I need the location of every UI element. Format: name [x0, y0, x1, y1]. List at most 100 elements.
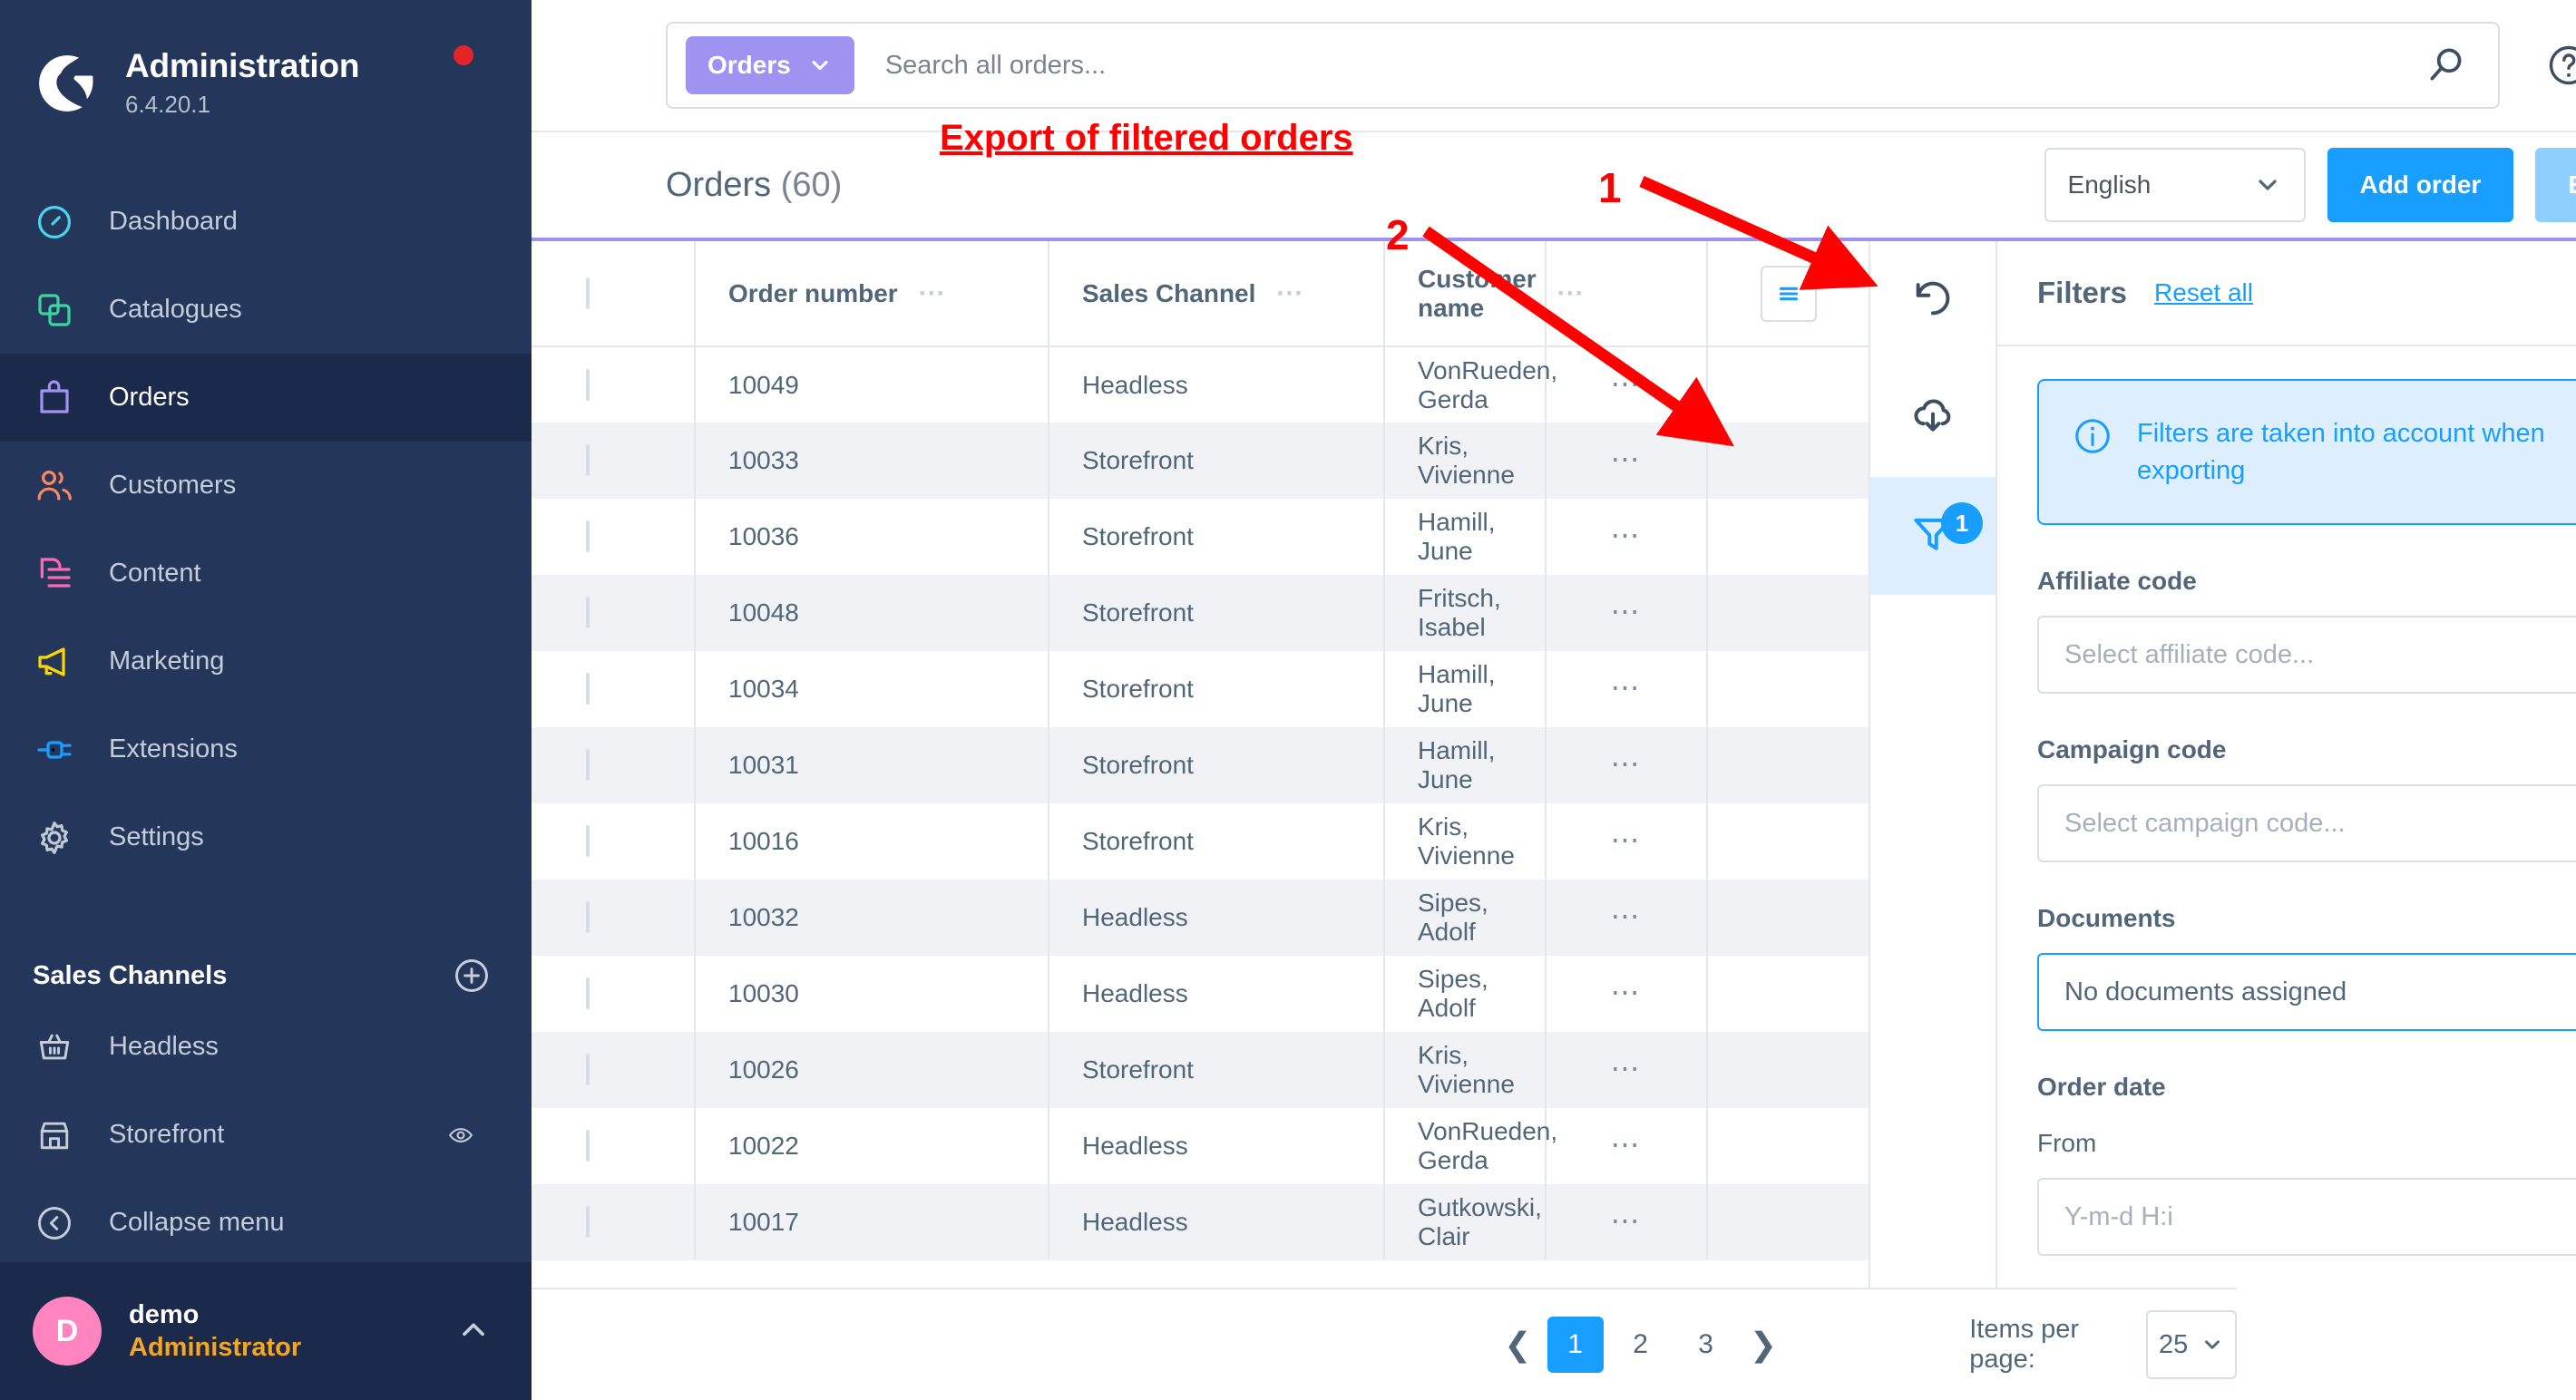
- sidebar-item-marketing[interactable]: Marketing: [0, 617, 532, 705]
- rail-button-refresh[interactable]: [1870, 241, 1995, 359]
- row-context-menu-icon[interactable]: ⋯: [1611, 367, 1643, 400]
- row-context-menu-icon[interactable]: ⋯: [1611, 519, 1643, 551]
- filter-label: Campaign code: [2037, 735, 2227, 764]
- table-row[interactable]: 10017HeadlessGutkowski, Clair⋯: [532, 1184, 1869, 1260]
- cell-order-number: 10017: [695, 1184, 1049, 1260]
- row-context-menu-icon[interactable]: ⋯: [1611, 747, 1643, 780]
- reset-all-filters-link[interactable]: Reset all: [2154, 278, 2253, 307]
- row-context-menu-icon[interactable]: ⋯: [1611, 899, 1643, 932]
- user-info: demo Administrator: [129, 1300, 455, 1363]
- prev-page-button[interactable]: ❮: [1493, 1316, 1543, 1374]
- row-checkbox[interactable]: [586, 901, 590, 933]
- bag-icon: [33, 376, 76, 420]
- order-date-from-field[interactable]: [2037, 1178, 2576, 1257]
- sales-channels-title: Sales Channels: [33, 960, 228, 990]
- table-row[interactable]: 10034StorefrontHamill, June⋯: [532, 651, 1869, 727]
- sidebar-item-settings[interactable]: Settings: [0, 793, 532, 881]
- column-header-sales-channel[interactable]: Sales Channel ⋯: [1049, 241, 1385, 347]
- search-input[interactable]: [884, 50, 2424, 81]
- sidebar-item-customers[interactable]: Customers: [0, 442, 532, 530]
- collapse-menu-button[interactable]: Collapse menu: [0, 1179, 532, 1267]
- rail-button-filter[interactable]: 1: [1870, 477, 1995, 595]
- language-select[interactable]: English: [2044, 148, 2306, 222]
- row-context-menu-icon[interactable]: ⋯: [1611, 823, 1643, 856]
- cell-end-spacer: [1707, 1032, 1869, 1108]
- sidebar-item-orders[interactable]: Orders: [0, 354, 532, 442]
- row-context-menu-icon[interactable]: ⋯: [1611, 1204, 1643, 1237]
- row-checkbox[interactable]: [586, 520, 590, 552]
- sidebar-item-dashboard[interactable]: Dashboard: [0, 178, 532, 266]
- page-button-1[interactable]: 1: [1547, 1317, 1604, 1373]
- rail-button-cloud-download[interactable]: [1870, 359, 1995, 477]
- row-checkbox[interactable]: [586, 977, 590, 1009]
- row-actions-cell: ⋯: [1546, 575, 1708, 651]
- table-row[interactable]: 10033StorefrontKris, Vivienne⋯: [532, 423, 1869, 499]
- row-checkbox[interactable]: [586, 1130, 590, 1162]
- cell-sales-channel: Headless: [1049, 1184, 1385, 1260]
- column-header-order-number[interactable]: Order number ⋯: [695, 241, 1049, 347]
- column-menu-icon[interactable]: ⋯: [918, 279, 948, 306]
- row-checkbox[interactable]: [586, 368, 590, 401]
- row-checkbox[interactable]: [586, 597, 590, 628]
- app-version: 6.4.20.1: [125, 91, 210, 119]
- table-row[interactable]: 10026StorefrontKris, Vivienne⋯: [532, 1032, 1869, 1108]
- filter-select[interactable]: Select affiliate code...: [2037, 616, 2576, 695]
- items-per-page-select[interactable]: 25: [2146, 1310, 2237, 1379]
- row-checkbox[interactable]: [586, 1206, 590, 1238]
- sidebar-item-catalogues[interactable]: Catalogues: [0, 266, 532, 354]
- row-context-menu-icon[interactable]: ⋯: [1611, 595, 1643, 627]
- filter-select[interactable]: Select campaign code...: [2037, 784, 2576, 863]
- row-checkbox[interactable]: [586, 444, 590, 476]
- next-page-button[interactable]: ❯: [1739, 1316, 1789, 1374]
- column-menu-icon[interactable]: ⋯: [1275, 279, 1305, 306]
- user-menu[interactable]: D demo Administrator: [0, 1262, 532, 1400]
- column-settings-icon[interactable]: [1760, 265, 1817, 322]
- row-context-menu-icon[interactable]: ⋯: [1611, 671, 1643, 704]
- row-checkbox[interactable]: [586, 749, 590, 781]
- row-checkbox[interactable]: [586, 1054, 590, 1085]
- table-row[interactable]: 10048StorefrontFritsch, Isabel⋯: [532, 575, 1869, 651]
- global-search-bar[interactable]: Orders: [666, 22, 2500, 109]
- select-all-checkbox[interactable]: [586, 277, 590, 309]
- search-scope-selector[interactable]: Orders: [686, 36, 854, 94]
- sales-channel-item-headless[interactable]: Headless: [0, 1003, 532, 1091]
- table-row[interactable]: 10022HeadlessVonRueden, Gerda⋯: [532, 1108, 1869, 1184]
- table-row[interactable]: 10030HeadlessSipes, Adolf⋯: [532, 956, 1869, 1032]
- table-row[interactable]: 10031StorefrontHamill, June⋯: [532, 727, 1869, 803]
- eye-icon[interactable]: [441, 1122, 481, 1149]
- page-button-2[interactable]: 2: [1613, 1317, 1669, 1373]
- cell-sales-channel: Storefront: [1049, 575, 1385, 651]
- table-row[interactable]: 10032HeadlessSipes, Adolf⋯: [532, 880, 1869, 956]
- refresh-icon: [1908, 273, 1958, 328]
- row-checkbox[interactable]: [586, 825, 590, 857]
- search-icon[interactable]: [2424, 43, 2469, 88]
- add-sales-channel-icon[interactable]: [452, 956, 492, 996]
- row-context-menu-icon[interactable]: ⋯: [1611, 442, 1643, 475]
- row-context-menu-icon[interactable]: ⋯: [1611, 1128, 1643, 1161]
- row-context-menu-icon[interactable]: ⋯: [1611, 976, 1643, 1008]
- orders-table-wrapper: Order number ⋯ Sales Channel ⋯ Customer name…: [532, 241, 1869, 1400]
- table-row[interactable]: 10049HeadlessVonRueden, Gerda⋯: [532, 346, 1869, 423]
- export-button[interactable]: Export: [2535, 148, 2576, 222]
- filters-header: Filters Reset all: [1997, 241, 2576, 346]
- sidebar-item-extensions[interactable]: Extensions: [0, 705, 532, 793]
- row-checkbox[interactable]: [586, 673, 590, 705]
- row-select-cell: [532, 727, 696, 803]
- sidebar-item-content[interactable]: Content: [0, 530, 532, 617]
- sidebar-header: Administration 6.4.20.1: [0, 0, 532, 136]
- filter-select[interactable]: No documents assigned: [2037, 953, 2576, 1032]
- add-order-button[interactable]: Add order: [2327, 148, 2514, 222]
- table-row[interactable]: 10016StorefrontKris, Vivienne⋯: [532, 803, 1869, 880]
- table-row[interactable]: 10036StorefrontHamill, June⋯: [532, 499, 1869, 575]
- orders-table-body: 10049HeadlessVonRueden, Gerda⋯10033Store…: [532, 346, 1869, 1260]
- row-context-menu-icon[interactable]: ⋯: [1611, 1052, 1643, 1084]
- page-button-3[interactable]: 3: [1678, 1317, 1734, 1373]
- help-icon[interactable]: [2545, 42, 2576, 89]
- collapse-menu-label: Collapse menu: [109, 1208, 285, 1237]
- order-date-from-input[interactable]: [2039, 1201, 2576, 1232]
- shopware-admin-app: Administration 6.4.20.1 Dashboard Catalog…: [0, 0, 2576, 1400]
- table-header-row: Order number ⋯ Sales Channel ⋯ Customer name…: [532, 241, 1869, 347]
- column-menu-icon[interactable]: ⋯: [1556, 279, 1586, 306]
- sales-channel-label: Headless: [109, 1032, 219, 1061]
- sales-channel-item-storefront[interactable]: Storefront: [0, 1091, 532, 1179]
